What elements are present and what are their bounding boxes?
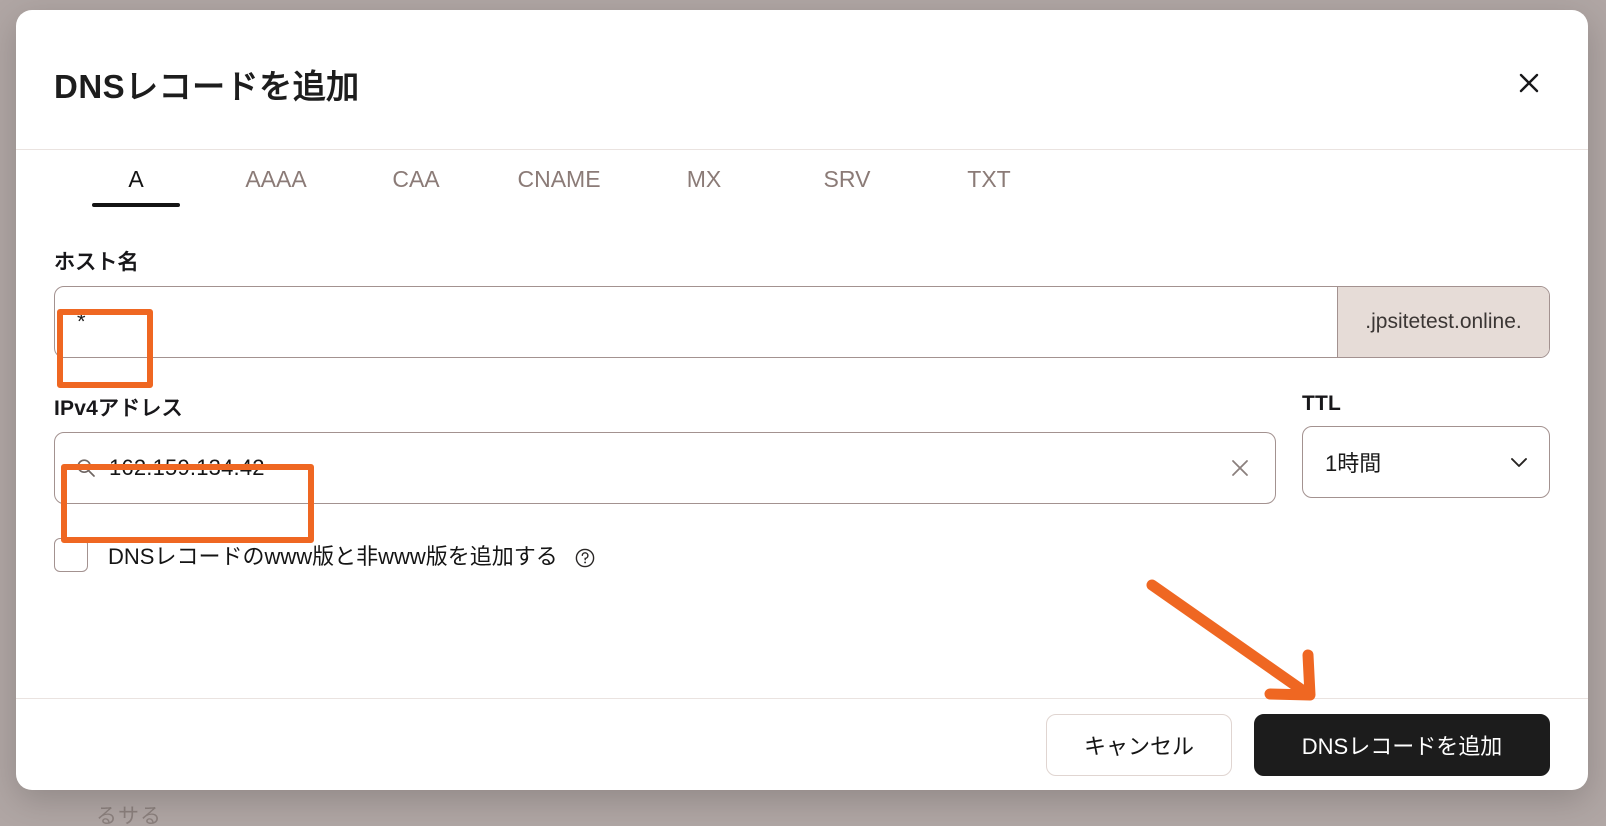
search-icon xyxy=(75,457,97,479)
hostname-input[interactable] xyxy=(55,287,1337,357)
help-circle-icon[interactable] xyxy=(574,547,596,569)
tab-mx[interactable]: MX xyxy=(632,150,776,213)
tab-caa[interactable]: CAA xyxy=(346,150,486,213)
tab-srv[interactable]: SRV xyxy=(776,150,918,213)
hostname-field-group: .jpsitetest.online. xyxy=(54,286,1550,358)
tab-a[interactable]: A xyxy=(66,150,206,213)
www-variant-checkbox[interactable] xyxy=(54,538,88,572)
ttl-selected-value: 1時間 xyxy=(1325,451,1382,476)
tab-cname[interactable]: CNAME xyxy=(486,150,632,213)
dialog-body: ホスト名 .jpsitetest.online. IPv4アドレス xyxy=(16,232,1588,572)
dialog-header: DNSレコードを追加 xyxy=(16,10,1588,150)
ttl-label: TTL xyxy=(1302,392,1342,415)
ipv4-ttl-row: IPv4アドレス 162.159.134.42 TTL 1時間 xyxy=(54,392,1550,504)
close-icon xyxy=(1516,70,1542,96)
dialog-footer: キャンセル DNSレコードを追加 xyxy=(16,698,1588,790)
ipv4-label: IPv4アドレス xyxy=(54,397,183,420)
ipv4-column: IPv4アドレス xyxy=(54,392,1276,504)
add-dns-record-button[interactable]: DNSレコードを追加 xyxy=(1254,713,1550,776)
background-ghost-text: るサる xyxy=(96,805,162,826)
ipv4-field-group xyxy=(54,432,1276,504)
hostname-label: ホスト名 xyxy=(54,251,139,274)
page-title: DNSレコードを追加 xyxy=(54,68,360,105)
clear-icon[interactable] xyxy=(1223,451,1257,485)
cancel-button[interactable]: キャンセル xyxy=(1046,713,1232,776)
ttl-column: TTL 1時間 xyxy=(1302,392,1550,504)
www-variant-label: DNSレコードのwww版と非www版を追加する xyxy=(108,539,596,571)
record-type-tabs: A AAAA CAA CNAME MX SRV TXT xyxy=(16,150,1588,232)
www-variant-label-text: DNSレコードのwww版と非www版を追加する xyxy=(108,544,558,569)
tab-txt[interactable]: TXT xyxy=(918,150,1060,213)
add-dns-record-dialog: DNSレコードを追加 A AAAA CAA CNAME MX SRV TXT ホ… xyxy=(16,10,1588,790)
ttl-select[interactable]: 1時間 xyxy=(1302,426,1550,498)
chevron-down-icon xyxy=(1507,450,1531,474)
tab-aaaa[interactable]: AAAA xyxy=(206,150,346,213)
ipv4-input[interactable] xyxy=(109,455,1223,481)
www-variant-row: DNSレコードのwww版と非www版を追加する xyxy=(54,538,1550,572)
hostname-domain-suffix: .jpsitetest.online. xyxy=(1337,287,1549,357)
close-button[interactable] xyxy=(1512,66,1546,100)
